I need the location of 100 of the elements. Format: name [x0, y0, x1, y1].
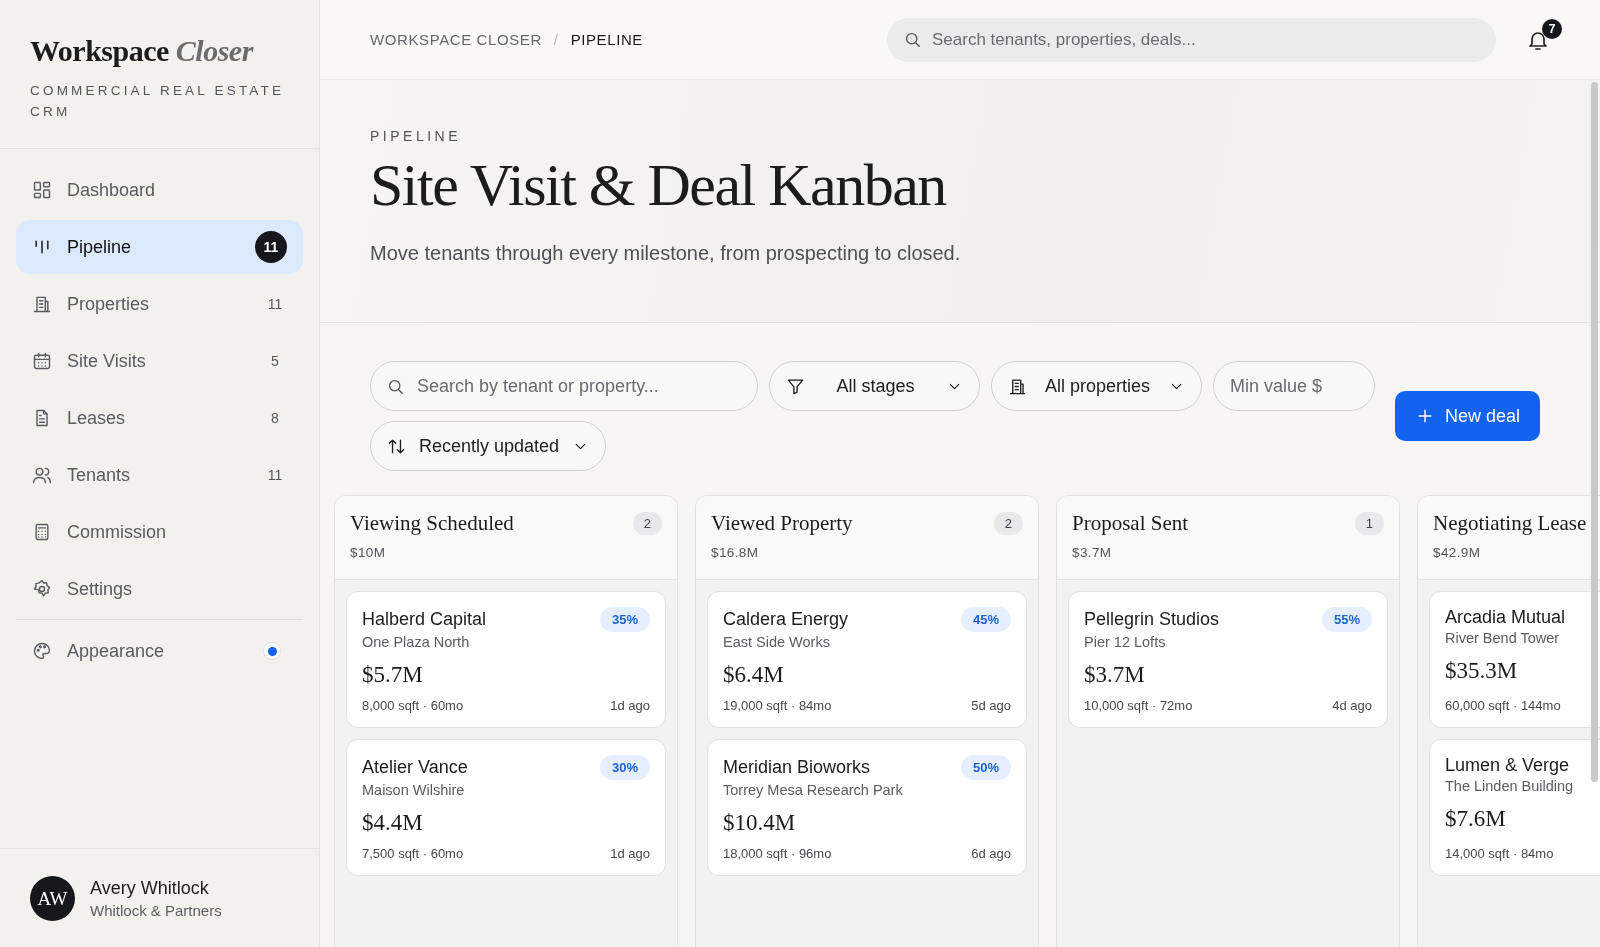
- settings-icon: [32, 579, 52, 599]
- palette-icon: [32, 641, 52, 661]
- probability-badge: 35%: [599, 607, 650, 632]
- probability-badge: 30%: [599, 755, 650, 780]
- deal-value: $4.4M: [362, 810, 424, 836]
- deal-card[interactable]: Atelier Vance 30% Maison Wilshire $4.4M 7,500 sqft · 60mo 1d ago: [346, 739, 666, 876]
- deal-meta: 8,000 sqft · 60mo: [362, 698, 464, 713]
- brand-logo: Workspace Closer: [30, 34, 253, 68]
- tenant-name: Pellegrin Studios: [1084, 609, 1220, 630]
- nav-item[interactable]: Dashboard: [16, 163, 303, 217]
- tenant-name: Meridian Bioworks: [723, 757, 871, 778]
- deal-card[interactable]: Meridian Bioworks 50% Torrey Mesa Research Park $10.4M 18,000 sqft · 96mo 6d ago: [707, 739, 1027, 876]
- property-name: The Linden Building: [1445, 778, 1575, 794]
- column-total: $42.9M: [1433, 545, 1481, 560]
- property-name: Pier 12 Lofts: [1084, 634, 1167, 650]
- deal-meta: 19,000 sqft · 84mo: [723, 698, 832, 713]
- count-badge: 11: [255, 231, 287, 263]
- search-icon: [903, 30, 922, 49]
- page-title: Site Visit & Deal Kanban: [370, 152, 948, 218]
- user-name: Avery Whitlock: [90, 878, 210, 899]
- calendar-icon: [32, 351, 52, 371]
- nav-item[interactable]: Settings: [16, 562, 303, 616]
- building-icon: [1008, 376, 1027, 396]
- column-title: Proposal Sent: [1072, 511, 1189, 536]
- updated-time: 1d ago: [610, 698, 650, 713]
- nav-item[interactable]: Commission: [16, 505, 303, 559]
- sort-icon: [387, 436, 406, 456]
- probability-badge: 50%: [960, 755, 1011, 780]
- deal-value: $3.7M: [1084, 662, 1146, 688]
- deal-value: $10.4M: [723, 810, 797, 836]
- column-title: Viewed Property: [711, 511, 853, 536]
- tenant-name: Caldera Energy: [723, 609, 849, 630]
- filter-icon: [786, 376, 805, 396]
- new-deal-button[interactable]: New deal: [1394, 391, 1540, 441]
- page-subtitle: Move tenants through every milestone, from prospecting to closed.: [370, 242, 962, 265]
- deal-meta: 60,000 sqft · 144mo: [1445, 698, 1561, 713]
- probability-badge: 55%: [1321, 607, 1372, 632]
- tenant-name: Atelier Vance: [362, 757, 468, 778]
- item-count: 8: [270, 410, 280, 426]
- updated-time: 6d ago: [971, 846, 1011, 861]
- deal-meta: 18,000 sqft · 96mo: [723, 846, 832, 861]
- deal-meta: 14,000 sqft · 84mo: [1445, 846, 1554, 861]
- scrollbar[interactable]: [1591, 82, 1598, 782]
- search-field[interactable]: Search by tenant or property...: [370, 361, 758, 411]
- dropdown[interactable]: Recently updated: [370, 421, 606, 471]
- item-count: 11: [266, 467, 284, 483]
- item-count: 5: [270, 353, 280, 369]
- count-badge: 1: [1354, 512, 1384, 535]
- deal-card[interactable]: Caldera Energy 45% East Side Works $6.4M 19,000 sqft · 84mo 5d ago: [707, 591, 1027, 728]
- column-total: $10M: [350, 545, 386, 560]
- tenant-name: Lumen & Verge: [1445, 755, 1570, 776]
- users-icon: [32, 465, 52, 485]
- min-value-field[interactable]: Min value $: [1213, 361, 1375, 411]
- nav-item[interactable]: Site Visits 5: [16, 334, 303, 388]
- nav-item[interactable]: Leases 8: [16, 391, 303, 445]
- deal-meta: 10,000 sqft · 72mo: [1084, 698, 1193, 713]
- breadcrumb: PIPELINE: [570, 31, 643, 48]
- property-name: Torrey Mesa Research Park: [723, 782, 904, 798]
- deal-card[interactable]: Halberd Capital 35% One Plaza North $5.7M 8,000 sqft · 60mo 1d ago: [346, 591, 666, 728]
- column-title: Negotiating Lease: [1433, 511, 1587, 536]
- deal-card[interactable]: Pellegrin Studios 55% Pier 12 Lofts $3.7M 10,000 sqft · 72mo 4d ago: [1068, 591, 1388, 728]
- deal-value: $35.3M: [1445, 658, 1519, 684]
- deal-value: $5.7M: [362, 662, 424, 688]
- column-total: $16.8M: [711, 545, 759, 560]
- breadcrumb-separator: /: [553, 31, 559, 48]
- nav-item[interactable]: Properties 11: [16, 277, 303, 331]
- grid-icon: [32, 180, 52, 200]
- property-name: East Side Works: [723, 634, 831, 650]
- column-title: Viewing Scheduled: [350, 511, 514, 536]
- probability-badge: 45%: [960, 607, 1011, 632]
- notification-badge: 7: [1542, 18, 1562, 39]
- item-count: 11: [266, 296, 284, 312]
- breadcrumb[interactable]: WORKSPACE CLOSER: [370, 31, 542, 48]
- deal-meta: 7,500 sqft · 60mo: [362, 846, 464, 861]
- dropdown[interactable]: All properties: [991, 361, 1202, 411]
- deal-card[interactable]: Arcadia Mutual River Bend Tower $35.3M 60,000 sqft · 144mo: [1429, 591, 1600, 728]
- building-icon: [32, 294, 52, 314]
- count-badge: 2: [632, 512, 662, 535]
- page-eyebrow: PIPELINE: [370, 128, 463, 144]
- deal-card[interactable]: Lumen & Verge The Linden Building $7.6M 14,000 sqft · 84mo: [1429, 739, 1600, 876]
- column-total: $3.7M: [1072, 545, 1112, 560]
- calculator-icon: [32, 522, 52, 542]
- nav-item[interactable]: Pipeline 11: [16, 220, 303, 274]
- updated-time: 1d ago: [610, 846, 650, 861]
- updated-time: 5d ago: [971, 698, 1011, 713]
- dropdown[interactable]: All stages: [769, 361, 980, 411]
- updated-time: 4d ago: [1332, 698, 1372, 713]
- user-company: Whitlock & Partners: [90, 902, 222, 919]
- tenant-name: Halberd Capital: [362, 609, 487, 630]
- property-name: Maison Wilshire: [362, 782, 466, 798]
- tenant-name: Arcadia Mutual: [1445, 607, 1566, 628]
- avatar: AW: [30, 876, 75, 921]
- property-name: One Plaza North: [362, 634, 471, 650]
- brand-tagline: COMMERCIAL REAL ESTATE CRM: [30, 82, 286, 121]
- search-field[interactable]: Search tenants, properties, deals...: [887, 17, 1496, 62]
- count-badge: 2: [993, 512, 1023, 535]
- deal-value: $6.4M: [723, 662, 785, 688]
- nav-item[interactable]: Tenants 11: [16, 448, 303, 502]
- deal-value: $7.6M: [1445, 806, 1507, 832]
- nav-item[interactable]: Appearance: [16, 624, 303, 678]
